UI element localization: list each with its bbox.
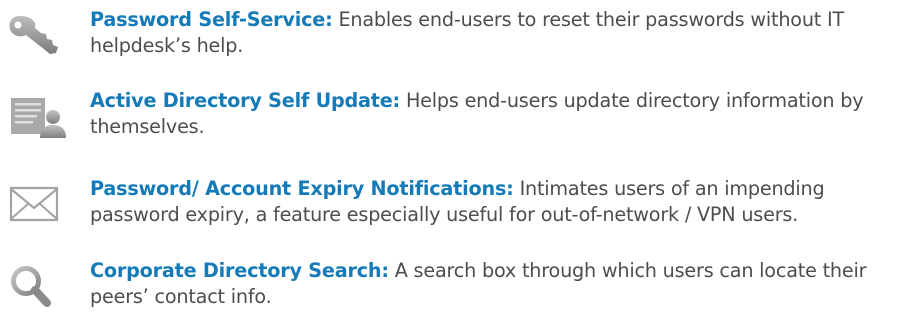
user-profile-icon xyxy=(6,92,68,138)
feature-text: Active Directory Self Update: Helps end-… xyxy=(90,88,900,140)
feature-text: Password/ Account Expiry Notifications: … xyxy=(90,176,900,228)
feature-title: Password Self-Service: xyxy=(90,8,333,31)
feature-title: Password/ Account Expiry Notifications: xyxy=(90,177,514,200)
envelope-icon xyxy=(6,180,68,226)
feature-text: Corporate Directory Search: A search box… xyxy=(90,258,900,310)
magnifier-icon xyxy=(6,263,68,309)
feature-list: Password Self-Service: Enables end-users… xyxy=(0,0,907,320)
feature-text: Password Self-Service: Enables end-users… xyxy=(90,7,900,59)
key-icon xyxy=(6,12,68,58)
feature-title: Corporate Directory Search: xyxy=(90,259,389,282)
feature-title: Active Directory Self Update: xyxy=(90,89,401,112)
